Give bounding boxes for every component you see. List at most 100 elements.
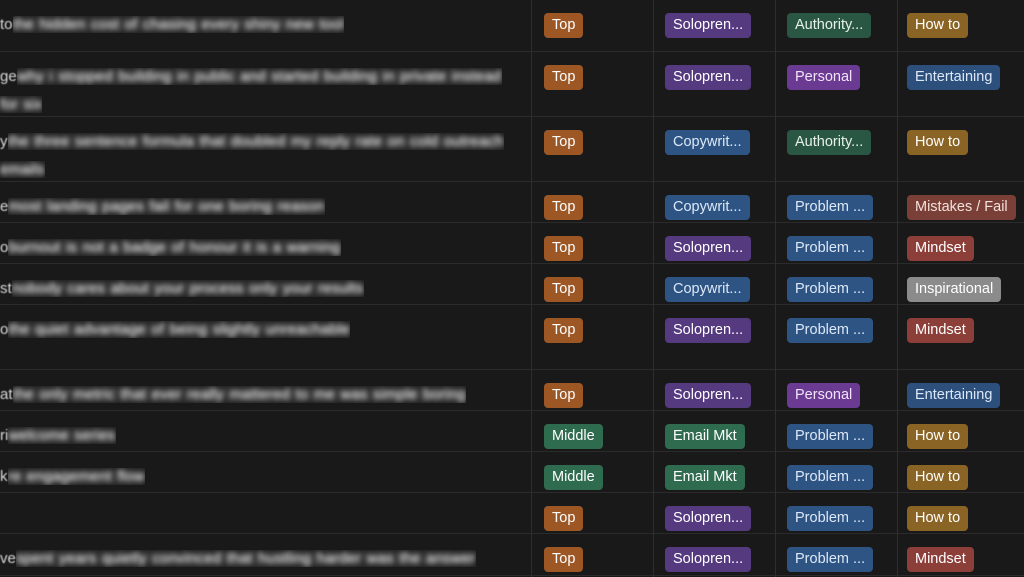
cell-format[interactable]: Mindset — [897, 223, 1024, 263]
topic-badge[interactable]: Solopren... — [665, 547, 752, 572]
table-row[interactable]: atthe only metric that ever really matte… — [0, 370, 1024, 411]
cell-title[interactable]: emost landing pages fail for one boring … — [0, 182, 531, 222]
database-table[interactable]: tothe hidden cost of chasing every shiny… — [0, 0, 1024, 577]
row-title[interactable]: atthe only metric that ever really matte… — [0, 381, 521, 410]
cell-topic[interactable]: Copywrit... — [653, 264, 775, 304]
format-badge[interactable]: Mindset — [907, 236, 974, 261]
funnel-stage-badge[interactable]: Top — [544, 277, 584, 302]
angle-badge[interactable]: Problem ... — [787, 318, 874, 343]
topic-badge[interactable]: Solopren... — [665, 383, 752, 408]
cell-angle[interactable]: Problem ... — [775, 452, 897, 492]
row-title[interactable]: riwelcome series — [0, 422, 521, 450]
cell-format[interactable]: Mindset — [897, 534, 1024, 575]
table-row[interactable]: tothe hidden cost of chasing every shiny… — [0, 0, 1024, 52]
cell-title[interactable]: ythe three sentence formula that doubled… — [0, 117, 531, 181]
format-badge[interactable]: How to — [907, 506, 969, 531]
topic-badge[interactable]: Email Mkt — [665, 465, 745, 490]
table-row[interactable]: emost landing pages fail for one boring … — [0, 182, 1024, 223]
format-badge[interactable]: Mistakes / Fail — [907, 195, 1016, 220]
funnel-stage-badge[interactable]: Top — [544, 547, 584, 572]
cell-funnel-stage[interactable]: Top — [531, 182, 653, 222]
funnel-stage-badge[interactable]: Middle — [544, 465, 603, 490]
funnel-stage-badge[interactable]: Top — [544, 130, 584, 155]
cell-angle[interactable]: Problem ... — [775, 305, 897, 369]
row-title[interactable]: stnobody cares about your process only y… — [0, 275, 521, 303]
row-title[interactable]: oburnout is not a badge of honour it is … — [0, 234, 521, 262]
cell-title[interactable]: tothe hidden cost of chasing every shiny… — [0, 0, 531, 51]
table-row[interactable]: stnobody cares about your process only y… — [0, 264, 1024, 305]
cell-topic[interactable]: Solopren... — [653, 534, 775, 575]
format-badge[interactable]: How to — [907, 13, 969, 38]
cell-topic[interactable]: Solopren... — [653, 0, 775, 51]
topic-badge[interactable]: Email Mkt — [665, 424, 745, 449]
topic-badge[interactable]: Solopren... — [665, 236, 752, 261]
cell-topic[interactable]: Solopren... — [653, 52, 775, 116]
cell-format[interactable]: How to — [897, 452, 1024, 492]
format-badge[interactable]: Entertaining — [907, 65, 1001, 90]
cell-funnel-stage[interactable]: Top — [531, 52, 653, 116]
topic-badge[interactable]: Solopren... — [665, 318, 752, 343]
cell-angle[interactable]: Personal — [775, 370, 897, 410]
format-badge[interactable]: Entertaining — [907, 383, 1001, 408]
row-title[interactable]: othe quiet advantage of being slightly u… — [0, 316, 521, 344]
cell-topic[interactable]: Solopren... — [653, 370, 775, 410]
cell-angle[interactable]: Problem ... — [775, 264, 897, 304]
format-badge[interactable]: Mindset — [907, 547, 974, 572]
table-row[interactable]: oburnout is not a badge of honour it is … — [0, 223, 1024, 264]
cell-topic[interactable]: Copywrit... — [653, 117, 775, 181]
cell-funnel-stage[interactable]: Middle — [531, 411, 653, 451]
funnel-stage-badge[interactable]: Top — [544, 318, 584, 343]
cell-topic[interactable]: Email Mkt — [653, 452, 775, 492]
topic-badge[interactable]: Solopren... — [665, 65, 752, 90]
angle-badge[interactable]: Problem ... — [787, 465, 874, 490]
funnel-stage-badge[interactable]: Top — [544, 13, 584, 38]
topic-badge[interactable]: Solopren... — [665, 13, 752, 38]
angle-badge[interactable]: Problem ... — [787, 547, 874, 572]
cell-funnel-stage[interactable]: Top — [531, 370, 653, 410]
table-row[interactable]: Top Solopren... Problem ... How to — [0, 493, 1024, 534]
cell-title[interactable]: stnobody cares about your process only y… — [0, 264, 531, 304]
topic-badge[interactable]: Solopren... — [665, 506, 752, 531]
funnel-stage-badge[interactable]: Top — [544, 383, 584, 408]
row-title[interactable]: vespent years quietly convinced that hus… — [0, 545, 521, 573]
row-title[interactable]: emost landing pages fail for one boring … — [0, 193, 521, 221]
row-title[interactable]: gewhy i stopped building in public and s… — [0, 63, 521, 116]
cell-angle[interactable]: Problem ... — [775, 534, 897, 575]
angle-badge[interactable]: Problem ... — [787, 195, 874, 220]
topic-badge[interactable]: Copywrit... — [665, 277, 750, 302]
angle-badge[interactable]: Personal — [787, 383, 861, 408]
table-row[interactable]: ythe three sentence formula that doubled… — [0, 117, 1024, 182]
angle-badge[interactable]: Personal — [787, 65, 861, 90]
cell-title[interactable]: atthe only metric that ever really matte… — [0, 370, 531, 410]
cell-funnel-stage[interactable]: Top — [531, 493, 653, 533]
cell-format[interactable]: How to — [897, 0, 1024, 51]
cell-funnel-stage[interactable]: Top — [531, 264, 653, 304]
cell-title[interactable]: vespent years quietly convinced that hus… — [0, 534, 531, 575]
table-row[interactable]: vespent years quietly convinced that hus… — [0, 534, 1024, 576]
cell-topic[interactable]: Solopren... — [653, 305, 775, 369]
cell-topic[interactable]: Copywrit... — [653, 182, 775, 222]
cell-angle[interactable]: Authority... — [775, 117, 897, 181]
cell-topic[interactable]: Solopren... — [653, 493, 775, 533]
format-badge[interactable]: Inspirational — [907, 277, 1002, 302]
cell-format[interactable]: How to — [897, 411, 1024, 451]
row-title[interactable]: kre engagement flow — [0, 463, 521, 491]
angle-badge[interactable]: Problem ... — [787, 424, 874, 449]
funnel-stage-badge[interactable]: Top — [544, 236, 584, 261]
cell-angle[interactable]: Problem ... — [775, 493, 897, 533]
format-badge[interactable]: How to — [907, 465, 969, 490]
cell-format[interactable]: Inspirational — [897, 264, 1024, 304]
table-row[interactable]: othe quiet advantage of being slightly u… — [0, 305, 1024, 370]
cell-title[interactable] — [0, 493, 531, 533]
angle-badge[interactable]: Problem ... — [787, 236, 874, 261]
funnel-stage-badge[interactable]: Top — [544, 65, 584, 90]
cell-format[interactable]: Mindset — [897, 305, 1024, 369]
cell-funnel-stage[interactable]: Top — [531, 534, 653, 575]
cell-angle[interactable]: Problem ... — [775, 411, 897, 451]
topic-badge[interactable]: Copywrit... — [665, 195, 750, 220]
cell-format[interactable]: How to — [897, 493, 1024, 533]
cell-angle[interactable]: Authority... — [775, 0, 897, 51]
cell-title[interactable]: othe quiet advantage of being slightly u… — [0, 305, 531, 369]
topic-badge[interactable]: Copywrit... — [665, 130, 750, 155]
angle-badge[interactable]: Authority... — [787, 13, 872, 38]
